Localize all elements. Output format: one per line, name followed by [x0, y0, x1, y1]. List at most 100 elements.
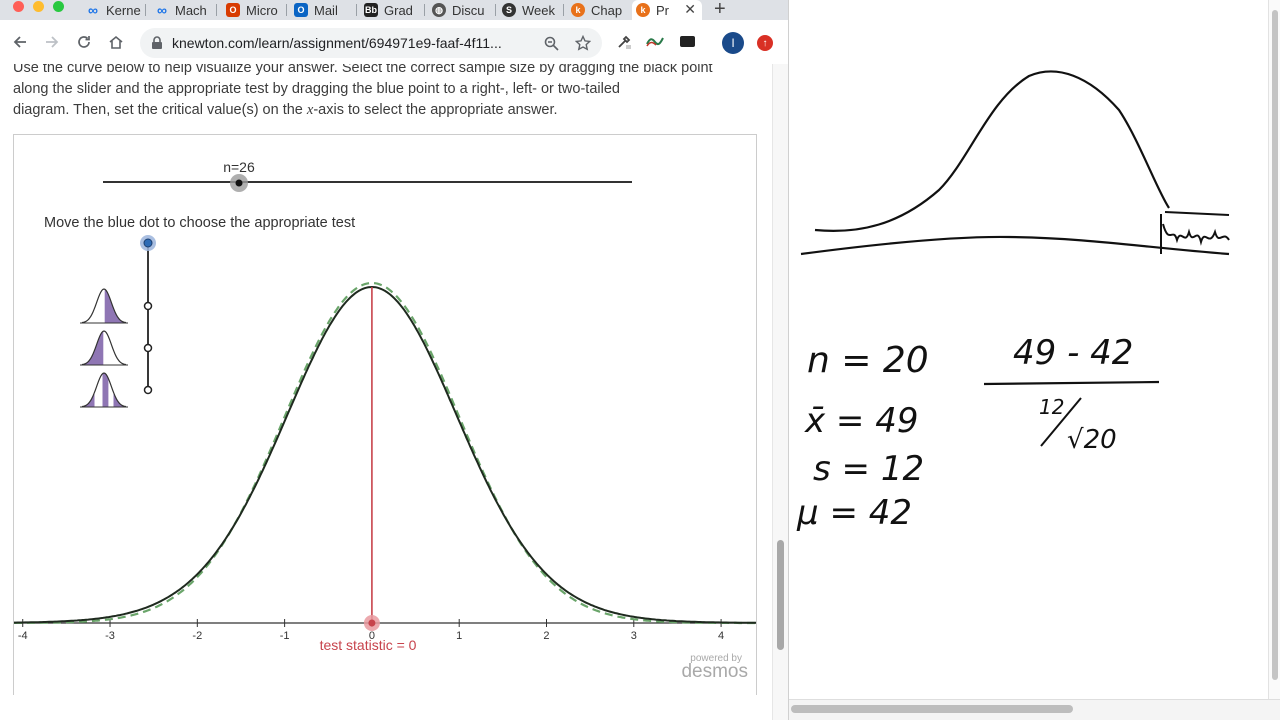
x-tick-label: -4 — [18, 630, 28, 642]
instructions-line-2: along the slider and the appropriate tes… — [13, 81, 620, 97]
mini-right-tailed-curve-icon — [81, 288, 127, 324]
page-scrollbar-thumb[interactable] — [777, 540, 784, 650]
back-arrow-icon — [13, 36, 26, 48]
tab-7[interactable]: S Week — [498, 0, 564, 20]
normal-reference-curve — [14, 281, 756, 625]
blackboard-icon: Bb — [364, 3, 378, 17]
home-button[interactable] — [104, 30, 128, 54]
s-logo-icon: S — [502, 3, 516, 17]
tab-5[interactable]: Bb Grad — [360, 0, 424, 20]
tab-3[interactable]: O Micro — [222, 0, 286, 20]
address-bar[interactable]: knewton.com/learn/assignment/694971e9-fa… — [140, 28, 602, 58]
sample-size-handle[interactable] — [235, 179, 243, 187]
x-tick-label: -1 — [280, 630, 290, 642]
note-xbar: x̄ = 49 — [804, 401, 919, 441]
tab-6[interactable]: ◍ Discu — [428, 0, 496, 20]
right-tailed-option-point[interactable] — [143, 301, 153, 311]
instructions-line-3: diagram. Then, set the critical value(s)… — [13, 102, 558, 118]
tab-label: Mail — [314, 2, 338, 18]
minimize-window-button[interactable] — [33, 1, 44, 12]
instructions: Use the curve below to help visualize yo… — [13, 64, 763, 121]
blue-dot-prompt: Move the blue dot to choose the appropri… — [44, 215, 355, 231]
back-button[interactable] — [8, 30, 32, 54]
note-s: s = 12 — [813, 449, 924, 489]
outlook-icon: O — [294, 3, 308, 17]
lock-icon — [152, 36, 162, 49]
update-icon[interactable]: ↑ — [757, 35, 773, 51]
close-tab-icon[interactable]: ✕ — [684, 1, 696, 18]
browser-window: ∞ Kerne ∞ Mach O Micro O Mail Bb Grad ◍ … — [0, 0, 789, 720]
graph-canvas[interactable]: n=26 Move the blue dot to choose the app… — [14, 135, 756, 695]
x-tick-label: -2 — [192, 630, 202, 642]
x-tick-label: 1 — [456, 630, 462, 642]
home-icon — [109, 35, 123, 49]
knewton-icon: k — [636, 3, 650, 17]
tab-4[interactable]: O Mail — [290, 0, 354, 20]
whiteboard-horizontal-thumb[interactable] — [791, 705, 1073, 713]
infinity-icon: ∞ — [157, 2, 167, 18]
test-statistic-handle[interactable] — [368, 619, 376, 627]
x-tick-label: -3 — [105, 630, 115, 642]
whiteboard-vertical-scrollbar[interactable] — [1268, 0, 1280, 700]
note-mu: μ = 42 — [796, 493, 912, 533]
zoom-icon[interactable] — [544, 36, 559, 51]
zoom-window-button[interactable] — [53, 1, 64, 12]
reload-button[interactable] — [72, 30, 96, 54]
sketched-bell-curve — [814, 70, 1170, 232]
left-tailed-option-point[interactable] — [143, 343, 153, 353]
whiteboard-canvas[interactable]: n = 20 x̄ = 49 s = 12 μ = 42 49 - 42 12 … — [789, 0, 1269, 700]
globe-icon: ◍ — [432, 3, 446, 17]
whiteboard-horizontal-scrollbar[interactable] — [789, 699, 1280, 720]
knewton-icon: k — [571, 3, 585, 17]
url-text: knewton.com/learn/assignment/694971e9-fa… — [172, 35, 502, 51]
tab-1[interactable]: ∞ Kerne — [82, 0, 146, 20]
x-tick-label: 2 — [543, 630, 549, 642]
tab-strip: ∞ Kerne ∞ Mach O Micro O Mail Bb Grad ◍ … — [0, 0, 788, 20]
extension-wave-icon[interactable] — [646, 34, 664, 48]
tab-label: Week — [522, 2, 555, 18]
new-tab-button[interactable]: + — [714, 0, 726, 21]
forward-arrow-icon — [46, 36, 59, 48]
tab-label: Pr — [656, 2, 669, 18]
whiteboard-panel[interactable]: n = 20 x̄ = 49 s = 12 μ = 42 49 - 42 12 … — [788, 0, 1280, 720]
tab-label: Discu — [452, 2, 485, 18]
instructions-line-1: Use the curve below to help visualize yo… — [13, 64, 713, 76]
tab-active[interactable]: k Pr ✕ — [632, 0, 702, 20]
x-tick-label: 3 — [631, 630, 637, 642]
sketched-tail-top — [1164, 211, 1230, 216]
page-scrollbar[interactable] — [772, 64, 789, 720]
mini-both-tail-shade — [82, 373, 126, 407]
bookmark-star-icon[interactable] — [575, 35, 591, 51]
desmos-graph[interactable]: n=26 Move the blue dot to choose the app… — [13, 134, 757, 695]
fraction-bar — [983, 380, 1160, 386]
forward-button[interactable] — [40, 30, 64, 54]
fraction-sub-numerator: 12 — [1039, 395, 1064, 419]
tab-2[interactable]: ∞ Mach — [151, 0, 215, 20]
whiteboard-vertical-thumb[interactable] — [1272, 10, 1278, 680]
page-content: Use the curve below to help visualize yo… — [0, 64, 772, 720]
desmos-logo: desmos — [681, 661, 748, 682]
test-selector-blue-handle[interactable] — [143, 238, 153, 248]
office-icon: O — [226, 3, 240, 17]
two-tailed-option-point[interactable] — [143, 385, 153, 395]
x-tick-label: 4 — [718, 630, 724, 642]
browser-toolbar: knewton.com/learn/assignment/694971e9-fa… — [0, 20, 788, 65]
eyedropper-extension-icon[interactable] — [616, 34, 632, 50]
sketched-axis — [800, 235, 1230, 256]
fraction-sub-denominator: √20 — [1067, 425, 1117, 455]
tab-label: Grad — [384, 2, 413, 18]
infinity-icon: ∞ — [88, 2, 98, 18]
profile-avatar[interactable]: I — [722, 32, 744, 54]
terminal-extension-icon[interactable] — [680, 36, 695, 47]
reload-icon — [78, 36, 90, 48]
note-n: n = 20 — [807, 340, 929, 381]
tab-8[interactable]: k Chap — [567, 0, 633, 20]
close-window-button[interactable] — [13, 1, 24, 12]
tab-label: Chap — [591, 2, 623, 18]
mini-left-tailed-curve-icon — [81, 330, 127, 366]
tab-label: Kerne — [106, 2, 141, 18]
test-statistic-label: test statistic = 0 — [320, 637, 417, 653]
tab-label: Mach — [175, 2, 207, 18]
t-distribution-curve — [14, 285, 756, 624]
fraction-numerator: 49 - 42 — [1013, 333, 1133, 373]
